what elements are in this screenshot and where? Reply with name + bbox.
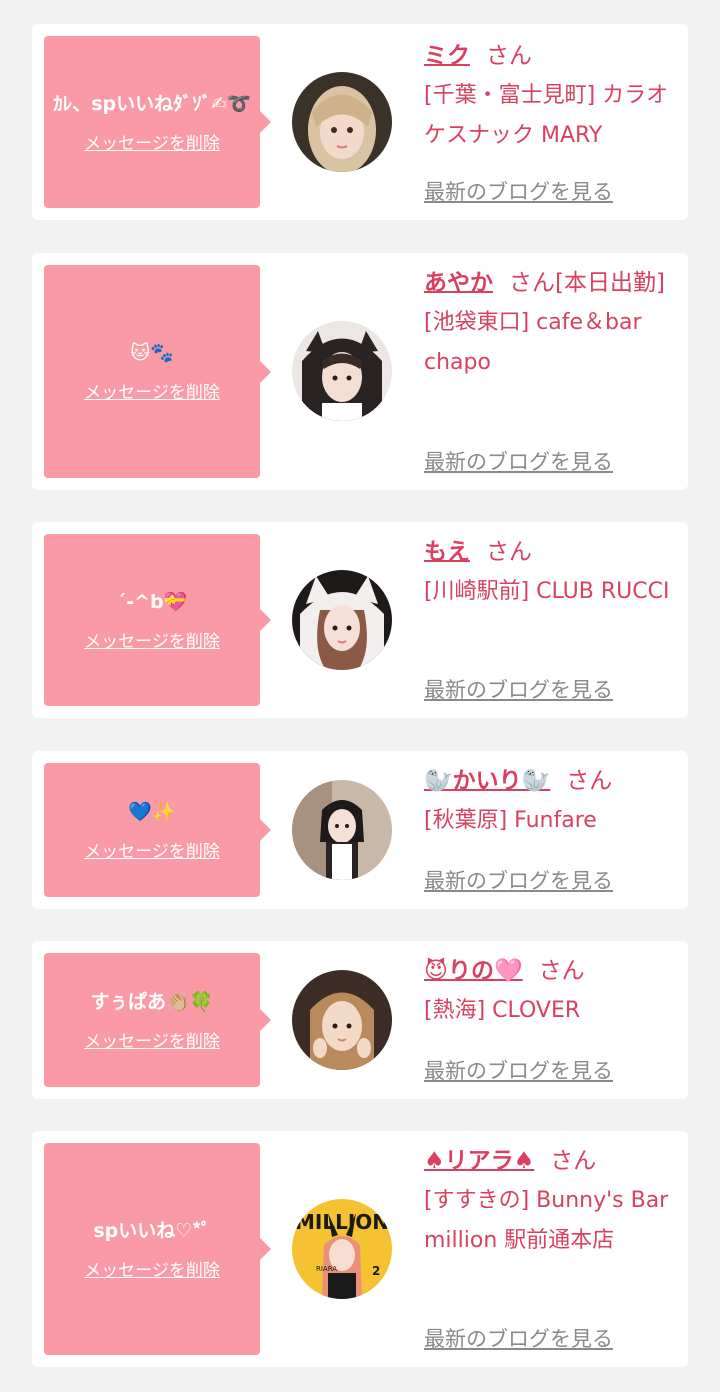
message-bubble: 🐱🐾 メッセージを削除 <box>44 265 271 478</box>
name-line: あやか さん[本日出勤] <box>424 263 674 303</box>
user-name-link[interactable]: 🦭かいり🦭 <box>424 768 550 794</box>
avatar[interactable] <box>292 72 392 172</box>
avatar[interactable] <box>292 970 392 1070</box>
message-card: spいいね♡*ﾟ メッセージを削除 MILLION RIARA 2 ♠リアラ♠ さ… <box>32 1131 688 1367</box>
message-bubble: すぅぱあ👏🏼🍀 メッセージを削除 <box>44 953 271 1087</box>
message-text: すぅぱあ👏🏼🍀 <box>90 990 214 1013</box>
name-line: もえ さん <box>424 532 674 572</box>
user-name-link[interactable]: もえ <box>424 539 470 565</box>
shop-name: [熱海] CLOVER <box>424 998 581 1023</box>
user-name-link[interactable]: ♠リアラ♠ <box>424 1148 534 1174</box>
honorific: さん <box>486 43 532 69</box>
poster-title: MILLION <box>295 1210 389 1234</box>
message-card: 🐱🐾 メッセージを削除 あやか さん[本日出勤] [池袋東口] cafe＆bar … <box>32 253 688 490</box>
shop-name: [池袋東口] cafe＆bar chapo <box>424 310 642 375</box>
honorific: さん <box>550 1148 597 1174</box>
avatar[interactable]: MILLION RIARA 2 <box>292 1199 392 1299</box>
message-bubble: spいいね♡*ﾟ メッセージを削除 <box>44 1143 271 1355</box>
message-card: すぅぱあ👏🏼🍀 メッセージを削除 😈りの🩷 さん [熱海] CLOVER 最新のブ… <box>32 941 688 1099</box>
message-text: ｶﾚ、spいいねﾀﾞｿﾞ✍➰ <box>53 92 251 115</box>
delete-message-link[interactable]: メッセージを削除 <box>84 1256 220 1281</box>
avatar[interactable] <box>292 321 392 421</box>
delete-message-link[interactable]: メッセージを削除 <box>84 837 220 862</box>
user-info: 🦭かいり🦭 さん [秋葉原] Funfare <box>424 761 674 841</box>
user-info: もえ さん [川崎駅前] CLUB RUCCI <box>424 532 674 612</box>
honorific: さん <box>538 958 585 984</box>
shop-name: [すすきの] Bunny's Bar million 駅前通本店 <box>424 1188 669 1253</box>
user-info: ミク さん [千葉・富士見町] カラオケスナック MARY <box>424 36 674 156</box>
message-text: 🐱🐾 <box>130 342 174 364</box>
user-info: 😈りの🩷 さん [熱海] CLOVER <box>424 951 674 1031</box>
honorific: さん <box>566 768 613 794</box>
user-info: あやか さん[本日出勤] [池袋東口] cafe＆bar chapo <box>424 263 674 383</box>
latest-blog-link[interactable]: 最新のブログを見る <box>424 865 613 895</box>
name-line: 🦭かいり🦭 さん <box>424 761 674 801</box>
user-info: ♠リアラ♠ さん [すすきの] Bunny's Bar million 駅前通本店 <box>424 1141 674 1261</box>
latest-blog-link[interactable]: 最新のブログを見る <box>424 1055 613 1085</box>
poster-number: 2 <box>372 1264 380 1278</box>
message-bubble: 💙✨ メッセージを削除 <box>44 763 271 897</box>
name-line: ミク さん <box>424 36 674 76</box>
poster-name: RIARA <box>316 1265 337 1273</box>
user-name-link[interactable]: 😈りの🩷 <box>424 958 523 984</box>
honorific: さん <box>486 539 532 565</box>
avatar[interactable] <box>292 780 392 880</box>
message-bubble: ˊ-^b💝 メッセージを削除 <box>44 534 271 706</box>
message-text: spいいね♡*ﾟ <box>93 1219 211 1242</box>
message-card: 💙✨ メッセージを削除 🦭かいり🦭 さん [秋葉原] Funfare 最新のブログ… <box>32 751 688 909</box>
message-card: ｶﾚ、spいいねﾀﾞｿﾞ✍➰ メッセージを削除 ミク さん [千葉・富士見町] カ… <box>32 24 688 220</box>
name-line: 😈りの🩷 さん <box>424 951 674 991</box>
latest-blog-link[interactable]: 最新のブログを見る <box>424 446 613 476</box>
honorific: さん[本日出勤] <box>509 270 665 296</box>
message-bubble: ｶﾚ、spいいねﾀﾞｿﾞ✍➰ メッセージを削除 <box>44 36 271 208</box>
message-card: ˊ-^b💝 メッセージを削除 もえ さん [川崎駅前] CLUB RUCCI 最新… <box>32 522 688 718</box>
shop-name: [川崎駅前] CLUB RUCCI <box>424 579 670 604</box>
delete-message-link[interactable]: メッセージを削除 <box>84 627 220 652</box>
latest-blog-link[interactable]: 最新のブログを見る <box>424 176 613 206</box>
delete-message-link[interactable]: メッセージを削除 <box>84 1027 220 1052</box>
delete-message-link[interactable]: メッセージを削除 <box>84 129 220 154</box>
latest-blog-link[interactable]: 最新のブログを見る <box>424 674 613 704</box>
avatar[interactable] <box>292 570 392 670</box>
shop-name: [秋葉原] Funfare <box>424 808 597 833</box>
user-name-link[interactable]: あやか <box>424 270 493 296</box>
message-text: ˊ-^b💝 <box>116 590 188 613</box>
latest-blog-link[interactable]: 最新のブログを見る <box>424 1323 613 1353</box>
name-line: ♠リアラ♠ さん <box>424 1141 674 1181</box>
shop-name: [千葉・富士見町] カラオケスナック MARY <box>424 83 669 148</box>
delete-message-link[interactable]: メッセージを削除 <box>84 378 220 403</box>
message-text: 💙✨ <box>128 800 176 823</box>
user-name-link[interactable]: ミク <box>424 43 470 69</box>
